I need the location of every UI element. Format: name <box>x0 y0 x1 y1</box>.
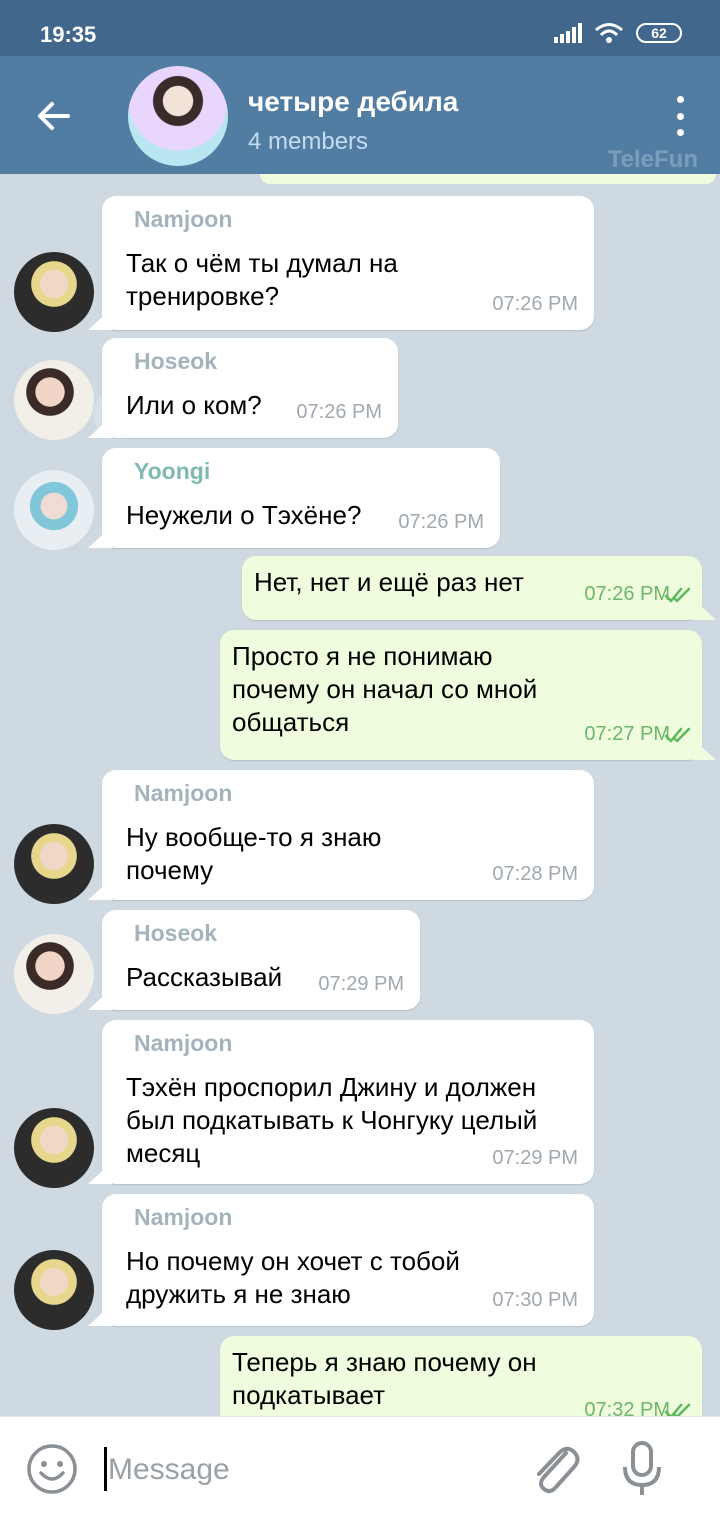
message-input-bar <box>0 1416 720 1520</box>
avatar-namjoon[interactable] <box>14 1108 94 1188</box>
message-bubble[interactable]: Namjoon Ну вообще-то я знаю почему 07:28… <box>102 770 594 900</box>
message-text: Просто я не понимаю почему он начал со м… <box>232 641 538 737</box>
double-check-icon <box>664 1403 691 1416</box>
message-bubble[interactable]: Namjoon Тэхён проспорил Джину и должен б… <box>102 1020 594 1184</box>
message-text: Теперь я знаю почему он подкатывает <box>232 1347 537 1410</box>
message-bubble-outgoing[interactable]: Просто я не понимаю почему он начал со м… <box>220 630 702 760</box>
signal-icon <box>554 23 582 43</box>
double-check-icon <box>664 587 691 603</box>
status-icons: 62 <box>554 22 682 44</box>
previous-message-bubble <box>260 174 716 184</box>
battery-indicator: 62 <box>636 23 682 43</box>
emoji-icon[interactable] <box>26 1443 78 1495</box>
text-cursor <box>104 1447 107 1491</box>
message-time: 07:26 PM <box>492 293 578 315</box>
message-text: Так о чём ты думал на тренировке? <box>126 248 398 311</box>
chat-header: четыре дебила 4 members TeleFun <box>0 56 720 174</box>
message-time: 07:26 PM <box>584 583 670 605</box>
message-time: 07:26 PM <box>398 511 484 533</box>
group-avatar[interactable] <box>128 66 228 166</box>
avatar-namjoon[interactable] <box>14 1250 94 1330</box>
more-vert-icon[interactable] <box>670 96 690 136</box>
message-time: 07:29 PM <box>318 973 404 995</box>
message-time: 07:32 PM <box>584 1399 670 1416</box>
message-bubble[interactable]: Namjoon Так о чём ты думал на тренировке… <box>102 196 594 330</box>
sender-name: Yoongi <box>134 458 211 484</box>
sender-name: Hoseok <box>134 920 218 946</box>
message-text: Но почему он хочет с тобой дружить я не … <box>126 1246 460 1309</box>
back-arrow-icon[interactable] <box>32 94 76 138</box>
paperclip-icon[interactable] <box>526 1439 582 1499</box>
member-count: 4 members <box>248 128 369 155</box>
message-list[interactable]: Namjoon Так о чём ты думал на тренировке… <box>0 174 720 1416</box>
message-bubble-outgoing[interactable]: Нет, нет и ещё раз нет 07:26 PM <box>242 556 702 620</box>
sender-name: Namjoon <box>134 1204 233 1230</box>
avatar-namjoon[interactable] <box>14 824 94 904</box>
message-bubble[interactable]: Hoseok Или о ком? 07:26 PM <box>102 338 398 438</box>
wifi-icon <box>595 23 623 43</box>
double-check-icon <box>664 727 691 743</box>
message-time: 07:26 PM <box>296 401 382 423</box>
mic-icon[interactable] <box>620 1439 664 1499</box>
avatar-yoongi[interactable] <box>14 470 94 550</box>
sender-name: Namjoon <box>134 1030 233 1056</box>
message-time: 07:30 PM <box>492 1289 578 1311</box>
message-bubble[interactable]: Yoongi Неужели о Тэхёне? 07:26 PM <box>102 448 500 548</box>
status-bar: 19:35 62 <box>0 0 720 56</box>
message-time: 07:29 PM <box>492 1147 578 1169</box>
avatar-namjoon[interactable] <box>14 252 94 332</box>
message-text: Ну вообще-то я знаю почему <box>126 822 382 885</box>
message-input[interactable] <box>108 1447 488 1493</box>
avatar-hoseok[interactable] <box>14 934 94 1014</box>
message-time: 07:27 PM <box>584 723 670 745</box>
group-title[interactable]: четыре дебила <box>248 86 458 118</box>
message-time: 07:28 PM <box>492 863 578 885</box>
message-bubble[interactable]: Hoseok Рассказывай 07:29 PM <box>102 910 420 1010</box>
sender-name: Namjoon <box>134 206 233 232</box>
status-time: 19:35 <box>40 22 97 47</box>
message-bubble-outgoing[interactable]: Теперь я знаю почему он подкатывает 07:3… <box>220 1336 702 1416</box>
message-bubble[interactable]: Namjoon Но почему он хочет с тобой дружи… <box>102 1194 594 1326</box>
watermark: TeleFun <box>607 146 698 173</box>
sender-name: Hoseok <box>134 348 218 374</box>
avatar-hoseok[interactable] <box>14 360 94 440</box>
sender-name: Namjoon <box>134 780 233 806</box>
